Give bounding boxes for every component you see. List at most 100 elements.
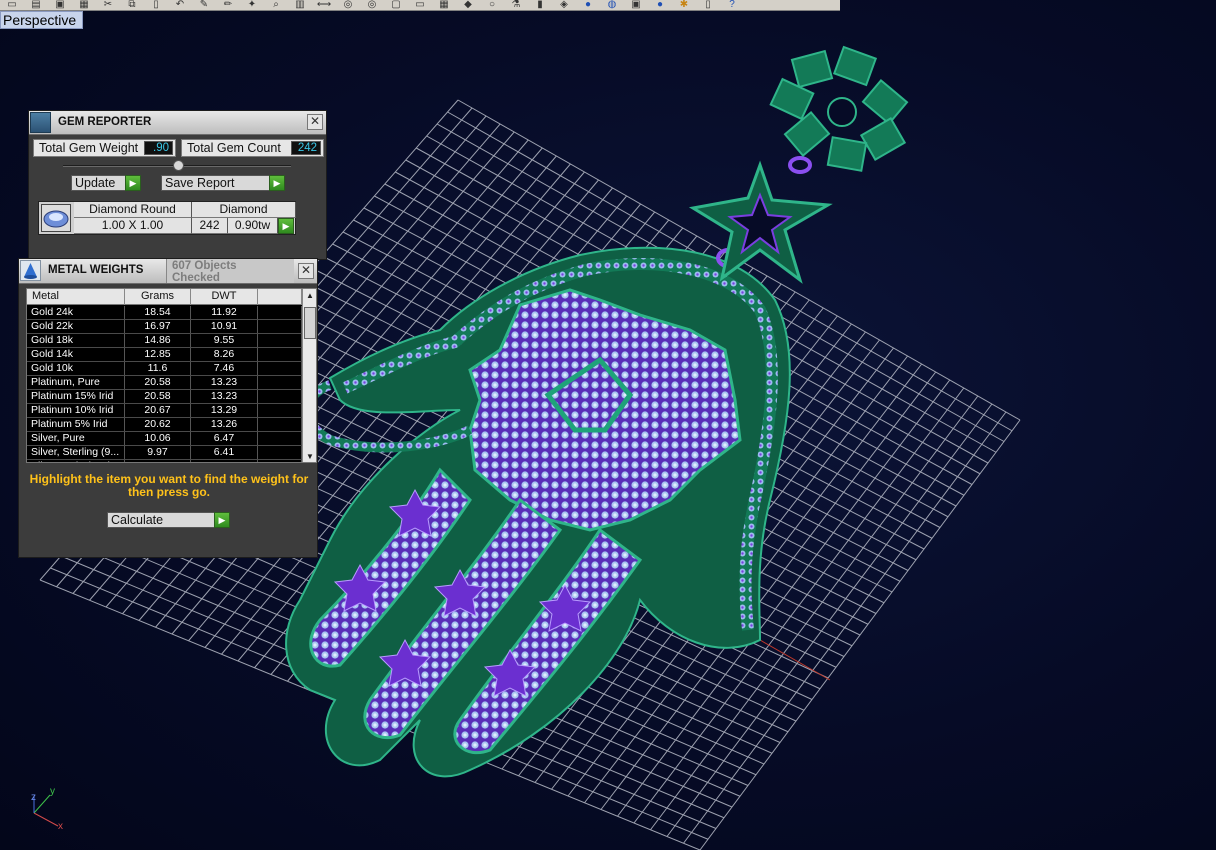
- zoom-icon[interactable]: ⌕: [266, 0, 286, 10]
- metal-table-row[interactable]: Platinum, Pure 20.58 13.23: [27, 376, 316, 390]
- wand-icon[interactable]: ✦: [242, 0, 262, 10]
- shield-icon[interactable]: ◆: [458, 0, 478, 10]
- copy-icon[interactable]: ⧉: [122, 0, 142, 10]
- row-blank-cell: [258, 320, 302, 333]
- row-blank-cell: [258, 390, 302, 403]
- globe-icon[interactable]: ●: [578, 0, 598, 10]
- col-grams-header[interactable]: Grams: [125, 289, 191, 305]
- metal-weights-panel: METAL WEIGHTS 607 Objects Checked ✕ Meta…: [18, 258, 318, 558]
- metal-name-cell: Gold 24k: [27, 306, 125, 319]
- save-report-button[interactable]: Save Report ▶: [161, 175, 285, 191]
- metal-table-row[interactable]: Gold 22k 16.97 10.91: [27, 320, 316, 334]
- metal-name-cell: Platinum 15% Irid: [27, 390, 125, 403]
- lock-icon[interactable]: ▮: [530, 0, 550, 10]
- axis-x-label: x: [58, 821, 63, 832]
- open-icon[interactable]: ▤: [26, 0, 46, 10]
- metal-name-cell: Platinum, Pure: [27, 376, 125, 389]
- metal-table-body: Gold 24k 18.54 11.92 Gold 22k 16.97 10.91 Gold…: [27, 306, 316, 462]
- grams-cell: 20.58: [125, 390, 191, 403]
- metal-table-row[interactable]: Gold 10k 11.6 7.46: [27, 362, 316, 376]
- grid-icon[interactable]: ▥: [290, 0, 310, 10]
- row-blank-cell: [258, 306, 302, 319]
- update-button[interactable]: Update ▶: [71, 175, 141, 191]
- dim-icon[interactable]: ⟷: [314, 0, 334, 10]
- sphere-icon[interactable]: ●: [650, 0, 670, 10]
- col-metal-header[interactable]: Metal: [27, 289, 125, 305]
- metal-table-row[interactable]: Platinum 15% Irid 20.58 13.23: [27, 390, 316, 404]
- metal-name-cell: Platinum 5% Irid: [27, 418, 125, 431]
- cut-icon[interactable]: ✂: [98, 0, 118, 10]
- paste-icon[interactable]: ▯: [146, 0, 166, 10]
- cone-icon: [20, 260, 41, 281]
- dwt-cell: 6.26: [191, 460, 258, 462]
- metal-weights-subtitle-box: 607 Objects Checked: [166, 259, 294, 283]
- close-icon[interactable]: ✕: [298, 263, 314, 279]
- lens2-icon[interactable]: ◎: [362, 0, 382, 10]
- metal-weights-titlebar[interactable]: METAL WEIGHTS 607 Objects Checked ✕: [19, 259, 317, 284]
- gem-reporter-title: GEM REPORTER: [58, 116, 152, 128]
- metal-table-row[interactable]: Platinum 10% Irid 20.67 13.29: [27, 404, 316, 418]
- metal-weights-table[interactable]: Metal Grams DWT Gold 24k 18.54 11.92 Gold 2…: [26, 288, 317, 463]
- diamond-round-icon: [41, 204, 71, 232]
- gem-table: Diamond Round Diamond 1.00 X 1.00 242 0.…: [38, 201, 296, 235]
- row-blank-cell: [258, 348, 302, 361]
- gem-icon[interactable]: ◈: [554, 0, 574, 10]
- print-icon[interactable]: ▦: [74, 0, 94, 10]
- help-icon[interactable]: ?: [722, 0, 742, 10]
- circle-icon[interactable]: ○: [482, 0, 502, 10]
- gem-row-go-icon[interactable]: ▶: [278, 218, 294, 234]
- scroll-up-icon[interactable]: ▲: [303, 289, 316, 303]
- lens-icon[interactable]: ◎: [338, 0, 358, 10]
- metal-table-row[interactable]: Platinum 5% Irid 20.62 13.26: [27, 418, 316, 432]
- calculate-go-icon[interactable]: ▶: [214, 512, 230, 528]
- flask-icon[interactable]: ⚗: [506, 0, 526, 10]
- calculate-button[interactable]: Calculate ▶: [107, 512, 230, 528]
- row-blank-cell: [258, 446, 302, 459]
- gear-icon[interactable]: ✱: [674, 0, 694, 10]
- window-icon[interactable]: ▢: [386, 0, 406, 10]
- pencil-icon[interactable]: ✏: [218, 0, 238, 10]
- new-doc-icon[interactable]: ▭: [2, 0, 22, 10]
- pen-icon[interactable]: ✎: [194, 0, 214, 10]
- report-slider-knob[interactable]: [173, 160, 184, 171]
- gem-row-go-button[interactable]: ▶: [278, 218, 294, 234]
- total-gem-count-value[interactable]: 242: [291, 141, 321, 155]
- undo-icon[interactable]: ↶: [170, 0, 190, 10]
- scroll-thumb[interactable]: [304, 307, 316, 339]
- grams-cell: 18.54: [125, 306, 191, 319]
- total-gem-weight-value[interactable]: .90: [144, 141, 173, 155]
- ring-icon[interactable]: ◍: [602, 0, 622, 10]
- metal-weights-title: METAL WEIGHTS: [48, 264, 144, 276]
- dwt-cell: 9.55: [191, 334, 258, 347]
- save-report-go-icon[interactable]: ▶: [269, 175, 285, 191]
- metal-table-row[interactable]: Gold 24k 18.54 11.92: [27, 306, 316, 320]
- metal-weights-hint: Highlight the item you want to find the …: [29, 472, 309, 499]
- save-icon[interactable]: ▣: [50, 0, 70, 10]
- metal-table-scrollbar[interactable]: ▲ ▼: [302, 289, 316, 462]
- printer-icon[interactable]: ▣: [626, 0, 646, 10]
- metal-table-row[interactable]: Gold 18k 14.86 9.55: [27, 334, 316, 348]
- metal-table-row[interactable]: Silver, Sterling (9... 9.97 6.41: [27, 446, 316, 460]
- axis-indicator: [33, 794, 59, 827]
- metal-name-cell: Silver, Coin (900): [27, 460, 125, 462]
- viewport-label[interactable]: Perspective: [0, 11, 84, 29]
- metal-name-cell: Gold 18k: [27, 334, 125, 347]
- metal-name-cell: Silver, Pure: [27, 432, 125, 445]
- row-blank-cell: [258, 460, 302, 462]
- grams-cell: 16.97: [125, 320, 191, 333]
- col-dwt-header[interactable]: DWT: [191, 289, 258, 305]
- gem-reporter-app-icon: [30, 112, 51, 133]
- metal-table-row[interactable]: Gold 14k 12.85 8.26: [27, 348, 316, 362]
- gem-reporter-titlebar[interactable]: GEM REPORTER ✕: [29, 111, 326, 135]
- update-go-icon[interactable]: ▶: [125, 175, 141, 191]
- ruler-icon[interactable]: ▭: [410, 0, 430, 10]
- metal-table-row[interactable]: Silver, Pure 10.06 6.47: [27, 432, 316, 446]
- col-blank-header: [258, 289, 302, 305]
- metal-table-row[interactable]: Silver, Coin (900)9.996.26: [27, 460, 316, 462]
- doc2-icon[interactable]: ▯: [698, 0, 718, 10]
- close-icon[interactable]: ✕: [307, 114, 323, 130]
- layer-icon[interactable]: ▦: [434, 0, 454, 10]
- row-blank-cell: [258, 418, 302, 431]
- scroll-down-icon[interactable]: ▼: [303, 450, 316, 462]
- grams-cell: 9.99: [125, 460, 191, 462]
